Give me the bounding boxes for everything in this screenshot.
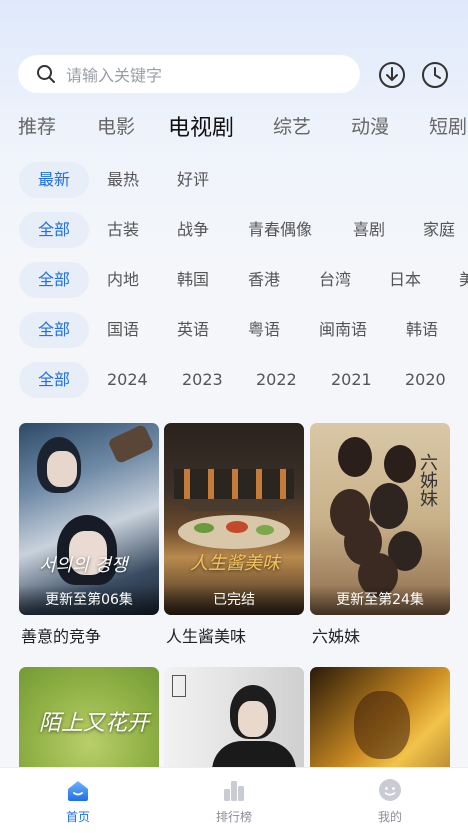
filter-chip[interactable]: 家庭 — [423, 212, 455, 248]
episode-badge: 更新至第24集 — [310, 585, 450, 615]
poster-text: 서의의 경쟁 — [39, 555, 128, 576]
nav-profile[interactable]: 我的 — [312, 768, 468, 833]
filter-chip[interactable]: 2022 — [256, 362, 297, 398]
nav-ranking[interactable]: 排行榜 — [156, 768, 312, 833]
bottom-nav: 首页 排行榜 我的 — [0, 767, 468, 833]
filter-chip[interactable]: 韩语 — [406, 312, 438, 348]
category-tabs: 推荐 电影 电视剧 综艺 动漫 短剧 — [0, 112, 468, 142]
filter-chip[interactable]: 内地 — [107, 262, 139, 298]
filter-chip[interactable]: 英语 — [177, 312, 209, 348]
filter-chip[interactable]: 2021 — [331, 362, 372, 398]
filter-chip[interactable]: 古装 — [107, 212, 139, 248]
tab-recommend[interactable]: 推荐 — [18, 112, 56, 139]
filter-chip[interactable]: 全部 — [19, 212, 89, 248]
drama-title: 善意的竞争 — [21, 627, 102, 646]
filter-chip[interactable]: 日本 — [389, 262, 421, 298]
filter-chip[interactable]: 好评 — [177, 162, 209, 198]
filter-chip[interactable]: 粤语 — [248, 312, 280, 348]
episode-badge: 更新至第06集 — [19, 585, 159, 615]
filter-row-sort: 最新 最热 好评 — [0, 162, 468, 198]
search-input[interactable]: 请输入关键字 — [18, 55, 360, 93]
profile-icon — [379, 779, 401, 801]
tab-tv-series[interactable]: 电视剧 — [168, 112, 234, 142]
filter-chip[interactable]: 全部 — [19, 312, 89, 348]
tab-variety[interactable]: 综艺 — [273, 112, 311, 139]
history-clock-icon[interactable] — [421, 61, 449, 89]
filter-chip[interactable]: 美 — [459, 262, 468, 298]
ranking-icon — [224, 781, 244, 801]
filter-chip[interactable]: 2023 — [182, 362, 223, 398]
filter-row-genre: 全部 古装 战争 青春偶像 喜剧 家庭 — [0, 212, 468, 248]
home-icon — [68, 781, 88, 801]
episode-badge: 已完结 — [164, 585, 304, 615]
nav-label: 我的 — [377, 810, 402, 824]
poster-text: 六姊妹 — [417, 453, 438, 507]
filter-chip[interactable]: 喜剧 — [353, 212, 385, 248]
filter-chip[interactable]: 2020 — [405, 362, 446, 398]
drama-card[interactable]: 六姊妹 更新至第24集 六姊妹 — [310, 423, 450, 647]
nav-label: 首页 — [65, 810, 90, 824]
poster-text: 人生酱美味 — [190, 553, 280, 574]
poster-image: 人生酱美味 已完结 — [164, 423, 304, 615]
download-icon[interactable] — [378, 61, 406, 89]
tab-anime[interactable]: 动漫 — [351, 112, 389, 139]
filter-row-year: 全部 2024 2023 2022 2021 2020 — [0, 362, 468, 398]
poster-text: 陌上又花开 — [39, 711, 150, 736]
filter-chip[interactable]: 全部 — [19, 362, 89, 398]
filter-chip[interactable]: 最新 — [19, 162, 89, 198]
drama-card[interactable]: 人生酱美味 已完结 人生酱美味 — [164, 423, 304, 647]
tab-movie[interactable]: 电影 — [97, 112, 135, 139]
tab-short-drama[interactable]: 短剧 — [429, 112, 467, 139]
nav-label: 排行榜 — [215, 810, 252, 824]
filter-chip[interactable]: 全部 — [19, 262, 89, 298]
filter-chip[interactable]: 闽南语 — [319, 312, 367, 348]
poster-image: 서의의 경쟁 更新至第06集 — [19, 423, 159, 615]
filter-chip[interactable]: 战争 — [177, 212, 209, 248]
drama-title: 六姊妹 — [312, 627, 361, 646]
search-row: 请输入关键字 — [18, 55, 450, 93]
search-placeholder: 请输入关键字 — [66, 66, 163, 85]
nav-home[interactable]: 首页 — [0, 768, 156, 833]
filter-chip[interactable]: 香港 — [248, 262, 280, 298]
search-icon — [37, 65, 55, 83]
filter-row-region: 全部 内地 韩国 香港 台湾 日本 美 — [0, 262, 468, 298]
drama-card[interactable]: 서의의 경쟁 更新至第06集 善意的竞争 — [19, 423, 159, 647]
filter-row-language: 全部 国语 英语 粤语 闽南语 韩语 — [0, 312, 468, 348]
filter-chip[interactable]: 韩国 — [177, 262, 209, 298]
filter-chip[interactable]: 最热 — [107, 162, 139, 198]
poster-image: 六姊妹 更新至第24集 — [310, 423, 450, 615]
filter-chip[interactable]: 国语 — [107, 312, 139, 348]
filter-chip[interactable]: 台湾 — [319, 262, 351, 298]
filter-chip[interactable]: 2024 — [107, 362, 148, 398]
filter-chip[interactable]: 青春偶像 — [248, 212, 312, 248]
drama-title: 人生酱美味 — [166, 627, 247, 646]
